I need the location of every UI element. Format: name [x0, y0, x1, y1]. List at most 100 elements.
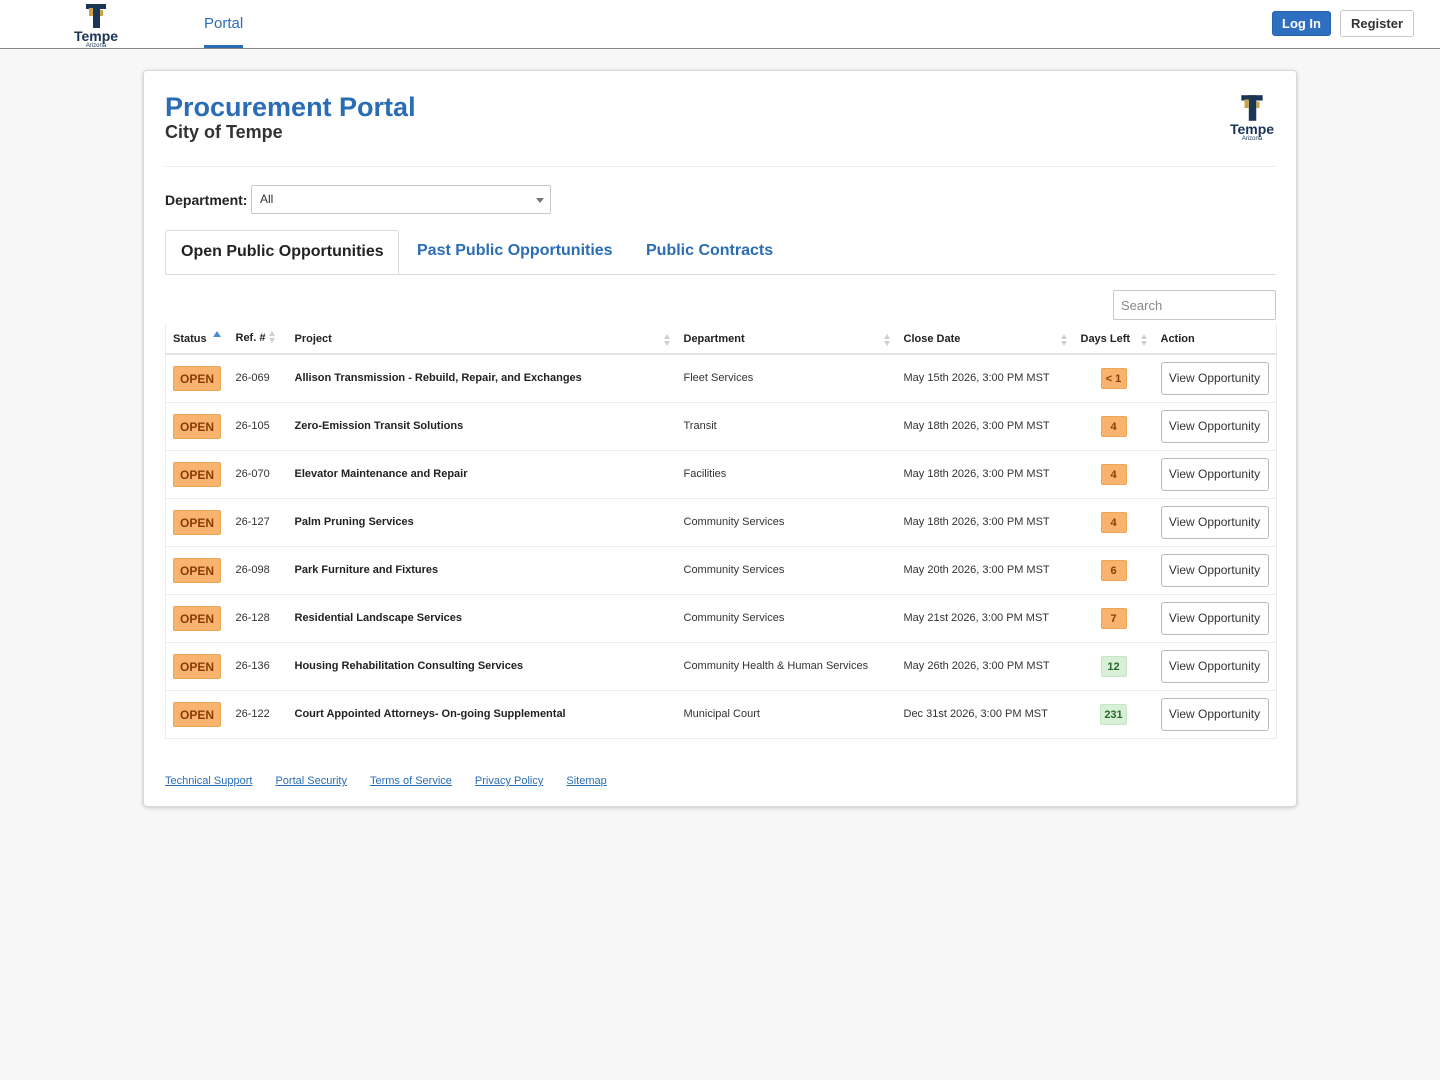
view-opportunity-button[interactable]: View Opportunity — [1160, 697, 1269, 731]
ref-cell: 26-070 — [228, 449, 288, 498]
tab-past-public-opportunities[interactable]: Past Public Opportunities — [417, 230, 613, 275]
status-cell: OPEN — [165, 497, 229, 546]
nav-tab-portal[interactable]: Portal — [204, 0, 244, 48]
card-tempe-logo: Tempe Arizona — [1226, 93, 1278, 142]
project-cell: Elevator Maintenance and Repair — [287, 449, 677, 498]
days-left-cell: 12 — [1073, 641, 1154, 690]
sort-icon — [883, 334, 891, 346]
project-cell: Residential Landscape Services — [287, 593, 677, 642]
status-cell: OPEN — [165, 689, 229, 738]
footer-link-terms-of-service[interactable]: Terms of Service — [370, 775, 452, 787]
ref-cell: 26-136 — [228, 641, 288, 690]
tempe-logo[interactable]: Tempe Arizona — [72, 2, 120, 49]
column-header-label: Ref. # — [235, 332, 266, 345]
view-opportunity-button[interactable]: View Opportunity — [1160, 457, 1269, 491]
opportunities-table-wrapper: Status Ref. # Project Department Close D… — [165, 324, 1277, 739]
page-subtitle: City of Tempe — [165, 122, 283, 142]
status-badge: OPEN — [173, 413, 221, 439]
footer-link-privacy-policy[interactable]: Privacy Policy — [475, 775, 543, 787]
footer-link-technical-support[interactable]: Technical Support — [165, 775, 252, 787]
action-cell: View Opportunity — [1153, 641, 1277, 690]
sort-icon — [663, 334, 671, 346]
table-row: OPEN 26-136 Housing Rehabilitation Consult… — [165, 641, 1277, 690]
top-navbar: Tempe Arizona Portal Log In Register — [0, 0, 1440, 49]
status-cell: OPEN — [165, 593, 229, 642]
table-row: OPEN 26-127 Palm Pruning Services Community… — [165, 497, 1277, 546]
tab-open-public-opportunities[interactable]: Open Public Opportunities — [165, 230, 399, 275]
days-left-badge: < 1 — [1100, 367, 1127, 389]
table-row: OPEN 26-105 Zero-Emission Transit Solution… — [165, 401, 1277, 450]
status-badge: OPEN — [173, 701, 221, 727]
register-button[interactable]: Register — [1340, 10, 1414, 37]
department-selected-value: All — [260, 192, 274, 206]
header-divider — [165, 166, 1276, 167]
days-left-badge: 6 — [1100, 559, 1127, 581]
department-cell: Community Health & Human Services — [676, 641, 897, 690]
column-header-label: Status — [173, 332, 207, 345]
view-opportunity-button[interactable]: View Opportunity — [1160, 553, 1269, 587]
footer-links: Technical Support Portal Security Terms … — [165, 775, 630, 787]
column-header-status[interactable]: Status — [165, 324, 229, 355]
days-left-cell: 4 — [1073, 497, 1154, 546]
ref-cell: 26-128 — [228, 593, 288, 642]
status-badge: OPEN — [173, 557, 221, 583]
column-header-project[interactable]: Project — [287, 324, 677, 355]
close-date-cell: May 18th 2026, 3:00 PM MST — [896, 401, 1074, 450]
ref-cell: 26-098 — [228, 545, 288, 594]
column-header-department[interactable]: Department — [676, 324, 897, 355]
column-header-ref[interactable]: Ref. # — [228, 324, 288, 355]
project-cell: Housing Rehabilitation Consulting Servic… — [287, 641, 677, 690]
department-cell: Facilities — [676, 449, 897, 498]
status-cell: OPEN — [165, 353, 229, 402]
view-opportunity-button[interactable]: View Opportunity — [1160, 601, 1269, 635]
department-cell: Community Services — [676, 593, 897, 642]
column-header-days-left[interactable]: Days Left — [1073, 324, 1154, 355]
column-header-label: Project — [294, 332, 332, 345]
days-left-cell: 231 — [1073, 689, 1154, 738]
action-cell: View Opportunity — [1153, 545, 1277, 594]
days-left-badge: 4 — [1100, 415, 1127, 437]
department-select[interactable]: All — [251, 185, 551, 214]
logo-subtext: Arizona — [85, 43, 107, 49]
action-cell: View Opportunity — [1153, 353, 1277, 402]
column-header-close-date[interactable]: Close Date — [896, 324, 1074, 355]
footer-link-portal-security[interactable]: Portal Security — [275, 775, 347, 787]
days-left-cell: 4 — [1073, 401, 1154, 450]
department-cell: Municipal Court — [676, 689, 897, 738]
login-button[interactable]: Log In — [1272, 11, 1331, 36]
project-cell: Palm Pruning Services — [287, 497, 677, 546]
status-cell: OPEN — [165, 449, 229, 498]
sort-ascending-icon — [212, 330, 221, 337]
opportunities-table-body: OPEN 26-069 Allison Transmission - Rebuild… — [165, 353, 1277, 738]
table-row: OPEN 26-122 Court Appointed Attorneys- On-… — [165, 689, 1277, 738]
view-opportunity-button[interactable]: View Opportunity — [1160, 505, 1269, 539]
close-date-cell: Dec 31st 2026, 3:00 PM MST — [896, 689, 1074, 738]
footer-link-sitemap[interactable]: Sitemap — [566, 775, 606, 787]
ref-cell: 26-069 — [228, 353, 288, 402]
tempe-t-icon — [86, 4, 106, 28]
status-cell: OPEN — [165, 401, 229, 450]
department-cell: Community Services — [676, 497, 897, 546]
status-badge: OPEN — [173, 653, 221, 679]
project-cell: Court Appointed Attorneys- On-going Supp… — [287, 689, 677, 738]
close-date-cell: May 26th 2026, 3:00 PM MST — [896, 641, 1074, 690]
opportunities-table: Status Ref. # Project Department Close D… — [165, 324, 1277, 739]
view-opportunity-button[interactable]: View Opportunity — [1160, 409, 1269, 443]
status-cell: OPEN — [165, 641, 229, 690]
view-opportunity-button[interactable]: View Opportunity — [1160, 361, 1269, 395]
tempe-t-icon — [1241, 95, 1263, 121]
view-opportunity-button[interactable]: View Opportunity — [1160, 649, 1269, 683]
logo-subtext: Arizona — [1241, 136, 1263, 142]
column-header-label: Days Left — [1080, 332, 1131, 345]
tab-public-contracts[interactable]: Public Contracts — [646, 230, 773, 275]
days-left-badge: 4 — [1100, 463, 1127, 485]
search-input[interactable] — [1113, 290, 1276, 320]
days-left-cell: 4 — [1073, 449, 1154, 498]
column-header-label: Close Date — [903, 332, 961, 345]
days-left-cell: 7 — [1073, 593, 1154, 642]
department-label: Department: — [165, 192, 248, 208]
logo-wordmark: Tempe — [1229, 121, 1275, 137]
days-left-cell: 6 — [1073, 545, 1154, 594]
department-cell: Transit — [676, 401, 897, 450]
status-badge: OPEN — [173, 365, 221, 391]
